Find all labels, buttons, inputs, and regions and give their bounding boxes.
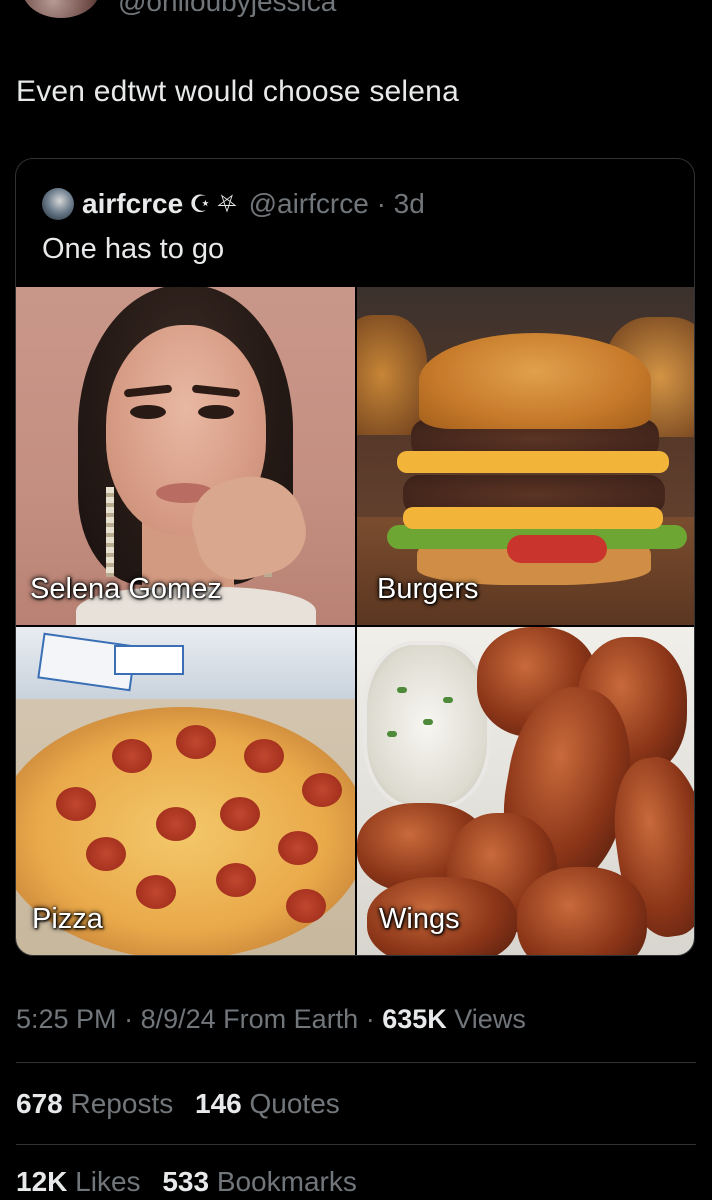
- quotes-count: 146: [195, 1088, 242, 1119]
- author-avatar[interactable]: [22, 0, 100, 18]
- pepperoni-shape: [176, 725, 216, 759]
- pepperoni-shape: [112, 739, 152, 773]
- views-count[interactable]: 635K: [382, 1004, 447, 1034]
- herb-shape: [443, 697, 453, 703]
- author-handle[interactable]: @onlloubyjessica: [118, 0, 336, 18]
- engagement-row-2: 12K Likes 533 Bookmarks: [16, 1166, 357, 1198]
- pepperoni-shape: [136, 875, 176, 909]
- media-label: Burgers: [377, 573, 479, 605]
- quoted-author-emojis: ☪ ⛧: [189, 190, 237, 218]
- top-bun-shape: [419, 333, 651, 429]
- wing-shape: [517, 867, 647, 955]
- media-grid: Selena Gomez Burgers Pizza Wings: [16, 287, 694, 955]
- pepperoni-shape: [56, 787, 96, 821]
- cheese-shape: [403, 507, 663, 529]
- box-label-shape: [114, 645, 184, 675]
- media-label: Selena Gomez: [30, 573, 222, 605]
- pepperoni-shape: [278, 831, 318, 865]
- quoted-tweet-header: airfcrce ☪ ⛧ @airfcrce · 3d: [42, 187, 425, 221]
- tweet-time[interactable]: 5:25 PM: [16, 1004, 117, 1034]
- quoted-author-handle-time[interactable]: @airfcrce · 3d: [249, 188, 425, 220]
- eye-shape: [198, 405, 234, 419]
- pepperoni-shape: [302, 773, 342, 807]
- quoted-tweet-text: One has to go: [42, 233, 225, 265]
- engagement-row-1: 678 Reposts 146 Quotes: [16, 1088, 340, 1120]
- likes-label: Likes: [75, 1166, 141, 1197]
- pepperoni-shape: [244, 739, 284, 773]
- media-tile-wings[interactable]: Wings: [357, 627, 694, 955]
- likes-stat[interactable]: 12K Likes: [16, 1166, 141, 1197]
- pepperoni-shape: [156, 807, 196, 841]
- quoted-author-avatar[interactable]: [42, 188, 74, 220]
- pepperoni-shape: [86, 837, 126, 871]
- side-burger-shape: [357, 315, 427, 435]
- quotes-stat[interactable]: 146 Quotes: [195, 1088, 340, 1119]
- tweet-source: From Earth: [223, 1004, 359, 1034]
- quoted-tweet-card[interactable]: airfcrce ☪ ⛧ @airfcrce · 3d One has to g…: [15, 158, 695, 956]
- divider: [16, 1144, 696, 1145]
- tomato-shape: [507, 535, 607, 563]
- herb-shape: [387, 731, 397, 737]
- pepperoni-shape: [216, 863, 256, 897]
- reposts-stat[interactable]: 678 Reposts: [16, 1088, 173, 1119]
- bookmarks-count: 533: [162, 1166, 210, 1197]
- media-tile-burgers[interactable]: Burgers: [357, 287, 694, 625]
- media-tile-pizza[interactable]: Pizza: [16, 627, 355, 955]
- media-label: Wings: [379, 903, 460, 935]
- reposts-count: 678: [16, 1088, 63, 1119]
- herb-shape: [423, 719, 433, 725]
- media-label: Pizza: [32, 903, 103, 935]
- earring-shape: [106, 487, 114, 577]
- eye-shape: [130, 405, 166, 419]
- herb-shape: [397, 687, 407, 693]
- divider: [16, 1062, 696, 1063]
- pepperoni-shape: [220, 797, 260, 831]
- tweet-meta: 5:25 PM · 8/9/24 From Earth · 635K Views: [16, 1004, 526, 1034]
- media-tile-selena-gomez[interactable]: Selena Gomez: [16, 287, 355, 625]
- tweet-date[interactable]: 8/9/24: [141, 1004, 216, 1034]
- top-author-strip: @onlloubyjessica: [0, 0, 712, 20]
- cheese-shape: [397, 451, 669, 473]
- bookmarks-label: Bookmarks: [216, 1166, 357, 1197]
- bookmarks-stat[interactable]: 533 Bookmarks: [162, 1166, 357, 1197]
- quoted-author-name[interactable]: airfcrce: [82, 188, 183, 220]
- likes-count: 12K: [16, 1166, 68, 1197]
- dip-bowl-shape: [363, 641, 491, 809]
- tweet-text: Even edtwt would choose selena: [16, 75, 459, 108]
- pepperoni-shape: [286, 889, 326, 923]
- views-label: Views: [454, 1004, 526, 1034]
- quotes-label: Quotes: [249, 1088, 340, 1119]
- reposts-label: Reposts: [70, 1088, 174, 1119]
